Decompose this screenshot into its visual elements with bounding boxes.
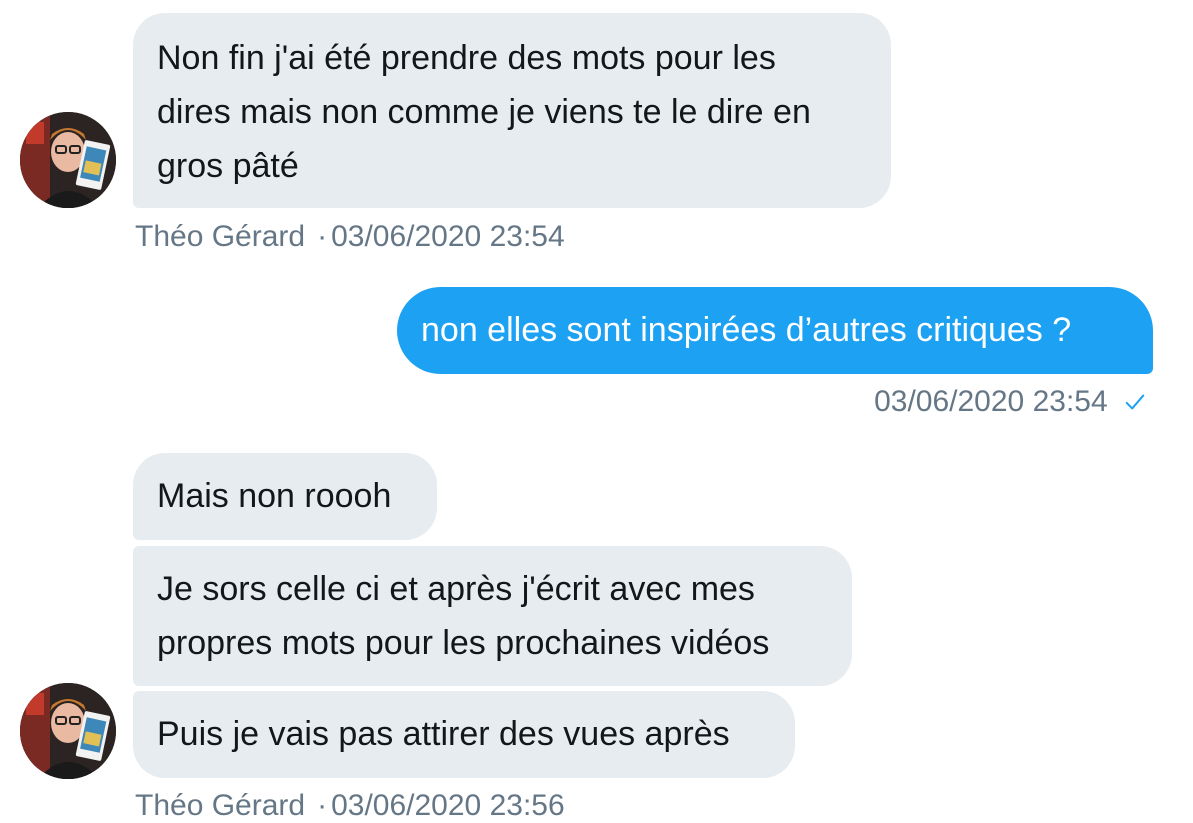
message-text-line: dires mais non comme je viens te le dire… (157, 93, 811, 131)
timestamp: 03/06/2020 23:54 (874, 385, 1108, 418)
message-meta: 03/06/2020 23:54 (874, 385, 1146, 419)
sender-name[interactable]: Théo Gérard (135, 789, 305, 822)
incoming-message-bubble[interactable]: Non fin j'ai été prendre des mots pour l… (133, 13, 891, 208)
incoming-message-bubble[interactable]: Je sors celle ci et après j'écrit avec m… (133, 546, 852, 686)
message-text-line: propres mots pour les prochaines vidéos (157, 624, 770, 662)
sender-name[interactable]: Théo Gérard (135, 220, 305, 253)
avatar[interactable] (20, 683, 116, 779)
message-text-line: Puis je vais pas attirer des vues après (157, 715, 730, 753)
profile-photo-icon (20, 112, 116, 208)
message-text-line: gros pâté (157, 147, 299, 185)
message-meta: Théo Gérard · 03/06/2020 23:54 (135, 220, 565, 254)
message-text-line: Mais non roooh (157, 477, 392, 515)
meta-separator: · (317, 220, 328, 253)
timestamp: 03/06/2020 23:54 (331, 220, 565, 253)
message-text-line: Non fin j'ai été prendre des mots pour l… (157, 39, 776, 77)
dm-conversation: Non fin j'ai été prendre des mots pour l… (0, 0, 1193, 823)
incoming-message-bubble[interactable]: Puis je vais pas attirer des vues après (133, 691, 795, 778)
meta-separator: · (317, 789, 328, 822)
message-text-line: non elles sont inspirées d’autres critiq… (421, 311, 1072, 349)
profile-photo-icon (20, 683, 116, 779)
checkmark-icon (1125, 394, 1145, 410)
message-text-line: Je sors celle ci et après j'écrit avec m… (157, 570, 755, 608)
incoming-message-bubble[interactable]: Mais non roooh (133, 453, 437, 540)
outgoing-message-bubble[interactable]: non elles sont inspirées d’autres critiq… (397, 287, 1153, 374)
avatar[interactable] (20, 112, 116, 208)
timestamp: 03/06/2020 23:56 (331, 789, 565, 822)
message-meta: Théo Gérard · 03/06/2020 23:56 (135, 789, 565, 823)
